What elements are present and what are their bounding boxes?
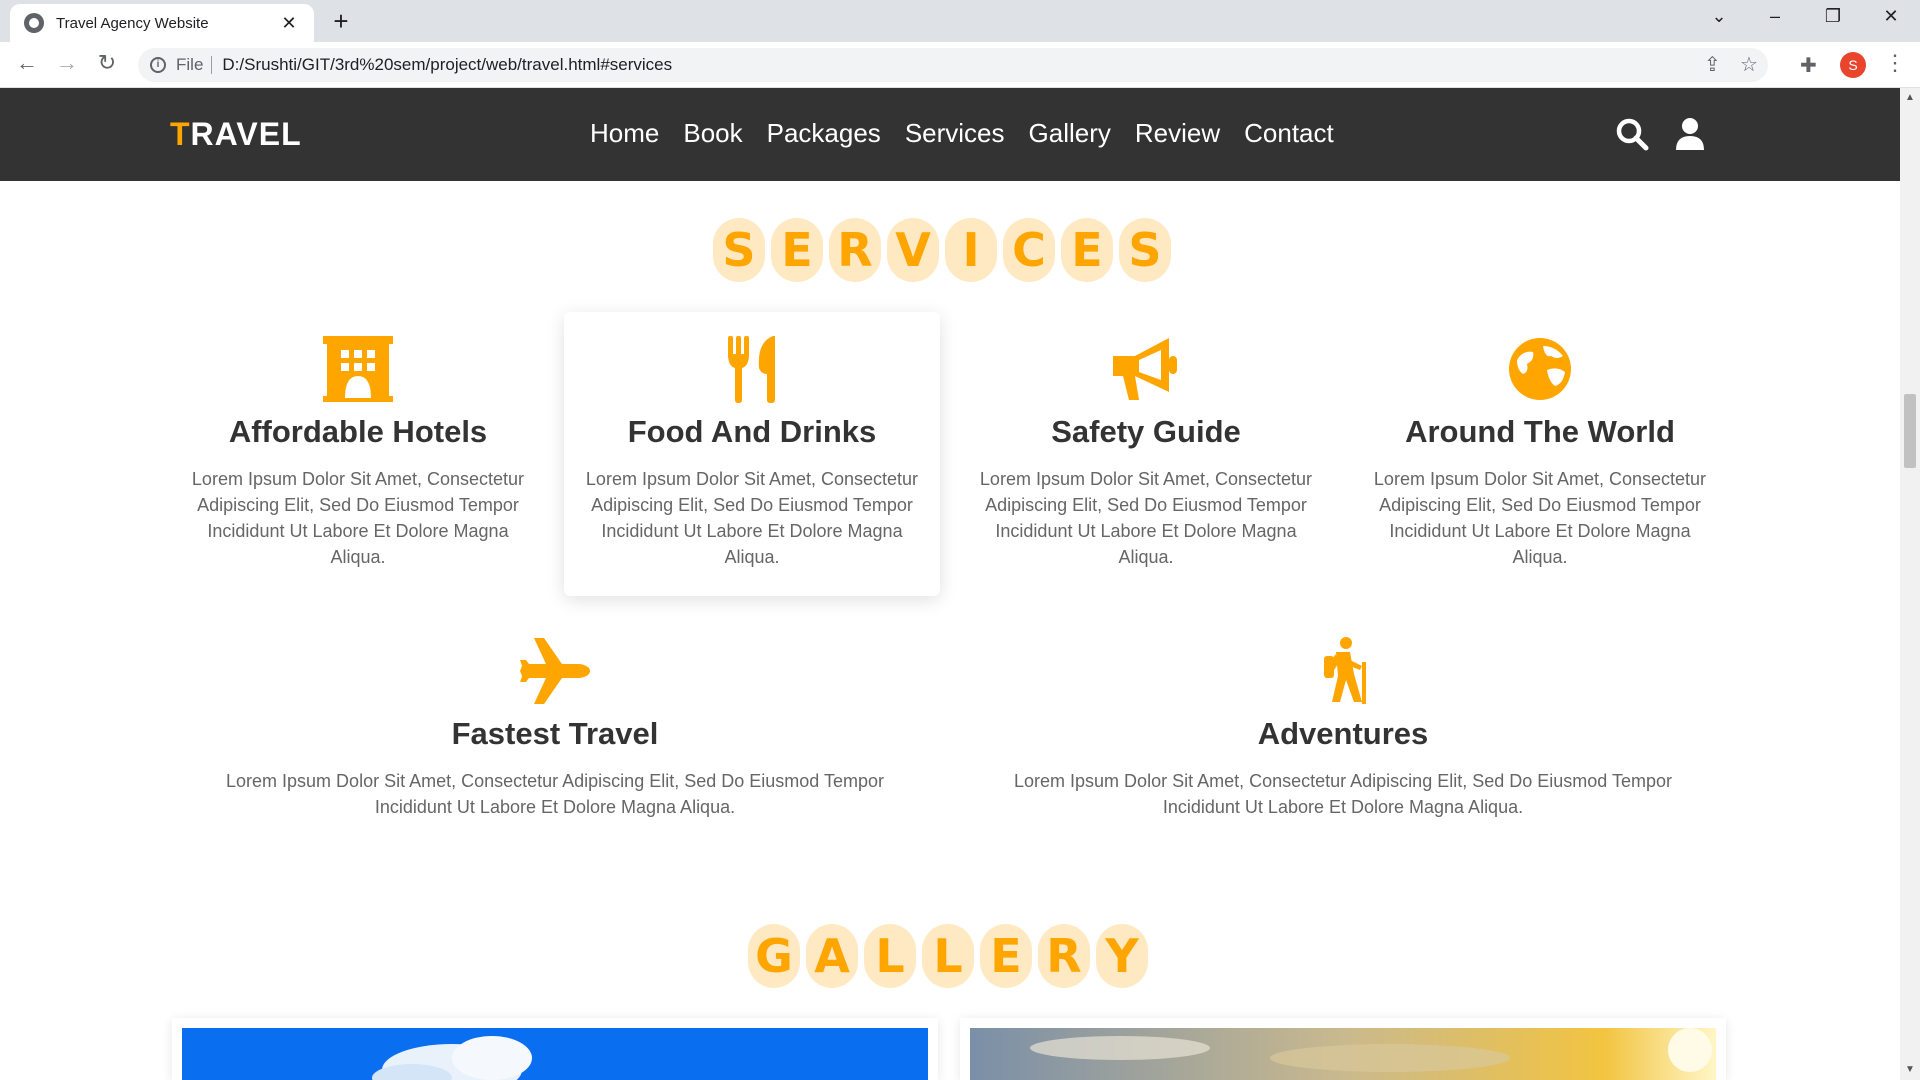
service-description: Lorem Ipsum Dolor Sit Amet, Consectetur … [1373,469,1707,567]
minimize-icon[interactable]: – [1760,6,1790,27]
profile-avatar[interactable]: S [1840,52,1866,78]
gallery-heading-letter: L [922,924,974,988]
services-heading: S E R V I C E S [713,218,1171,282]
service-title: Adventures [1257,716,1429,751]
site-logo[interactable]: TRAVEL [170,116,302,153]
gallery-heading: G A L L E R Y [748,924,1148,988]
gallery-sunset-image [970,1028,1716,1080]
url-text[interactable]: D:/Srushti/GIT/3rd%20sem/project/web/tra… [222,55,672,75]
gallery-heading-letter: L [864,924,916,988]
omnibox[interactable]: i File D:/Srushti/GIT/3rd%20sem/project/… [138,48,1768,82]
tab-search-chevron-icon[interactable]: ⌄ [1704,6,1734,27]
page-viewport: TRAVEL Home Book Packages Services Galle… [0,88,1900,1080]
nav-book[interactable]: Book [683,118,742,149]
tab-title: Travel Agency Website [56,14,209,32]
service-card-world[interactable]: Around The World Lorem Ipsum Dolor Sit A… [1352,312,1728,596]
nav-packages[interactable]: Packages [767,118,881,149]
plane-icon [520,638,590,704]
service-description: Lorem Ipsum Dolor Sit Amet, Consectetur … [979,469,1313,567]
gallery-sky-image [182,1028,928,1080]
browser-tab[interactable]: Travel Agency Website ✕ [10,4,314,42]
nav-services[interactable]: Services [905,118,1005,149]
service-title: Affordable Hotels [228,414,488,449]
services-heading-letter: I [945,218,997,282]
nav-contact[interactable]: Contact [1244,118,1334,149]
browser-menu-icon[interactable]: ⋮ [1884,50,1906,76]
services-heading-letter: V [887,218,939,282]
search-icon[interactable] [1614,116,1650,152]
service-card-travel[interactable]: Fastest Travel Lorem Ipsum Dolor Sit Ame… [170,614,940,834]
omnibox-divider [211,56,213,74]
nav-gallery[interactable]: Gallery [1029,118,1111,149]
address-toolbar: ← → ↻ i File D:/Srushti/GIT/3rd%20sem/pr… [0,42,1920,88]
services-heading-letter: R [829,218,881,282]
services-heading-letter: E [1061,218,1113,282]
services-heading-letter: E [771,218,823,282]
extensions-puzzle-icon[interactable]: ✚ [1800,53,1817,78]
gallery-heading-letter: R [1038,924,1090,988]
new-tab-icon[interactable]: + [326,6,356,37]
service-title: Around The World [1405,414,1675,449]
service-title: Fastest Travel [451,716,659,751]
forward-arrow-icon[interactable]: → [52,50,82,76]
service-description: Lorem Ipsum Dolor Sit Amet, Consectetur … [585,469,919,567]
nav-home[interactable]: Home [590,118,659,149]
gallery-item-sunset[interactable] [960,1018,1726,1080]
back-arrow-icon[interactable]: ← [12,50,42,76]
window-close-icon[interactable]: ✕ [1876,6,1906,27]
service-card-food[interactable]: Food And Drinks Lorem Ipsum Dolor Sit Am… [564,312,940,596]
gallery-heading-letter: G [748,924,800,988]
utensils-icon [728,336,775,403]
services-heading-letter: S [713,218,765,282]
user-icon[interactable] [1672,116,1708,152]
services-heading-letter: C [1003,218,1055,282]
nav-review[interactable]: Review [1135,118,1220,149]
service-card-safety[interactable]: Safety Guide Lorem Ipsum Dolor Sit Amet,… [958,312,1334,596]
service-title: Safety Guide [1051,414,1241,449]
browser-tab-strip: Travel Agency Website ✕ + ⌄ – ❐ ✕ [0,0,1920,42]
globe-icon [1509,338,1571,400]
scroll-down-icon[interactable]: ▼ [1905,1064,1915,1075]
page-scrollbar[interactable]: ▲ ▼ [1900,88,1920,1080]
bullhorn-icon [1113,338,1177,400]
services-heading-letter: S [1119,218,1171,282]
service-description: Lorem Ipsum Dolor Sit Amet, Consectetur … [191,469,525,567]
gallery-heading-letter: E [980,924,1032,988]
info-icon[interactable]: i [150,57,166,73]
scroll-up-icon[interactable]: ▲ [1905,92,1915,103]
reload-icon[interactable]: ↻ [92,50,122,76]
scheme-label: File [176,55,204,74]
maximize-icon[interactable]: ❐ [1818,6,1848,27]
site-header: TRAVEL Home Book Packages Services Galle… [0,88,1900,181]
hiking-icon [1324,637,1366,704]
scrollbar-thumb[interactable] [1904,394,1916,468]
service-title: Food And Drinks [627,414,877,449]
share-icon[interactable]: ⇪ [1704,52,1721,77]
service-card-adventures[interactable]: Adventures Lorem Ipsum Dolor Sit Amet, C… [958,614,1728,834]
globe-favicon-icon [24,13,44,33]
gallery-item-sky[interactable] [172,1018,938,1080]
gallery-heading-letter: Y [1096,924,1148,988]
tab-close-icon[interactable]: ✕ [278,13,300,34]
hotel-icon [323,336,393,402]
gallery-heading-letter: A [806,924,858,988]
service-card-hotels[interactable]: Affordable Hotels Lorem Ipsum Dolor Sit … [170,312,546,596]
service-description: Lorem Ipsum Dolor Sit Amet, Consectetur … [226,771,884,817]
main-nav: Home Book Packages Services Gallery Revi… [590,118,1334,149]
service-description: Lorem Ipsum Dolor Sit Amet, Consectetur … [1014,771,1672,817]
bookmark-star-icon[interactable]: ☆ [1740,52,1758,77]
